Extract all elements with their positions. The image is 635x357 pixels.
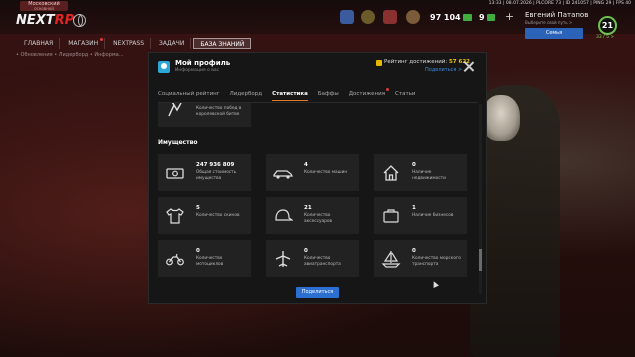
shirt-icon xyxy=(165,206,185,226)
money-icon xyxy=(165,163,185,183)
tab-articles[interactable]: Статьи xyxy=(395,89,415,101)
wheel-icon[interactable] xyxy=(406,10,420,24)
stat-label: Количество аксессуаров xyxy=(304,213,333,224)
main-nav: ГЛАВНАЯ МАГАЗИН NEXTPASS ЗАДАЧИ БАЗА ЗНА… xyxy=(18,38,252,49)
stat-label: Общая стоимость имущества xyxy=(196,170,237,181)
cash-icon xyxy=(462,14,472,21)
character-mask xyxy=(482,95,520,141)
family-button[interactable]: Семья xyxy=(525,28,583,39)
achievement-share-link[interactable]: Поделиться > xyxy=(425,67,462,73)
stat-value: 247 936 809 xyxy=(196,162,235,168)
globe-icon[interactable] xyxy=(73,14,86,27)
tab-buffs[interactable]: Баффы xyxy=(318,89,339,101)
stat-label: Наличие бизнесов xyxy=(412,213,454,218)
stat-label: Количество побед в королевской битве xyxy=(196,106,242,117)
stat-label: Количество авиатранспорта xyxy=(304,256,341,267)
modal-header: Мой профиль Информация о вас Рейтинг дос… xyxy=(149,53,486,81)
money-value: 97 104 xyxy=(430,13,461,22)
modal-subtitle: Информация о вас xyxy=(175,68,220,73)
notification-dot xyxy=(386,88,390,91)
stat-value: 0 xyxy=(412,162,416,168)
stat-label: Количество морского транспорта xyxy=(412,256,461,267)
stats-content: 2 Количество побед в королевской битве И… xyxy=(158,103,478,283)
car-icon xyxy=(273,163,293,183)
logo-main: NEXT xyxy=(16,13,55,28)
scrollbar-thumb[interactable] xyxy=(479,249,482,271)
stat-card: 0 Количество авиатранспорта xyxy=(266,240,359,277)
player-name: Евгений Патапов xyxy=(525,11,589,19)
nav-item-knowledge-base[interactable]: БАЗА ЗНАНИЙ xyxy=(193,38,252,49)
add-funds-button[interactable]: + xyxy=(503,11,516,24)
server-badge[interactable]: Московский основной xyxy=(20,1,68,11)
cap-icon xyxy=(273,206,293,226)
battlepass-icon[interactable] xyxy=(340,10,354,24)
stat-card: 21 Количество аксессуаров xyxy=(266,197,359,234)
nav-item-nextpass[interactable]: NEXTPASS xyxy=(107,38,151,49)
stat-label: Наличие недвижимости xyxy=(412,170,446,181)
logo: NEXTRP xyxy=(16,13,74,28)
share-button[interactable]: Поделиться xyxy=(296,287,339,298)
stat-card: 5 Количество скинов xyxy=(158,197,251,234)
profile-modal: Мой профиль Информация о вас Рейтинг дос… xyxy=(148,52,487,304)
stat-value: 4 xyxy=(304,162,308,168)
top-bar: Московский основной NEXTRP 13:33 | 08.07… xyxy=(0,0,635,40)
level-progress: 33 / 5 > xyxy=(596,35,615,40)
modal-title: Мой профиль xyxy=(175,59,231,67)
tab-statistics[interactable]: Статистика xyxy=(272,89,308,101)
house-icon xyxy=(381,163,401,183)
stat-value: 0 xyxy=(196,248,200,254)
coin-icon xyxy=(486,14,495,21)
achievement-label: Рейтинг достижений: xyxy=(384,59,448,65)
stat-value: 0 xyxy=(304,248,308,254)
stat-card: 0 Количество морского транспорта xyxy=(374,240,467,277)
battle-royale-icon xyxy=(165,103,185,119)
server-type: основной xyxy=(34,6,54,11)
stat-value: 1 xyxy=(412,205,416,211)
nav-item-shop-label: МАГАЗИН xyxy=(68,40,99,47)
plane-icon xyxy=(273,249,293,269)
breadcrumb[interactable]: • Обновления • Лидерборд • Информа... xyxy=(16,52,124,58)
stat-card: 1 Наличие бизнесов xyxy=(374,197,467,234)
system-info: 13:33 | 08.07.2026 | PLCORE 73 | ID 2410… xyxy=(488,1,631,6)
stat-value: 2 xyxy=(196,103,200,104)
trophy-icon[interactable] xyxy=(361,10,375,24)
tab-achievements[interactable]: Достижения xyxy=(348,88,390,101)
nav-item-home[interactable]: ГЛАВНАЯ xyxy=(18,38,61,49)
boat-icon xyxy=(381,249,401,269)
level-badge: 21 xyxy=(598,16,617,35)
stat-card: 4 Количество машин xyxy=(266,154,359,191)
stat-card: 0 Количество мотоциклов xyxy=(158,240,251,277)
nav-item-tasks[interactable]: ЗАДАЧИ xyxy=(153,38,192,49)
section-title: Имущество xyxy=(158,139,198,146)
business-icon xyxy=(381,206,401,226)
stat-label: Количество машин xyxy=(304,170,348,175)
profile-tabs: Социальный рейтинг Лидерборд Статистика … xyxy=(158,88,415,101)
logo-accent: RP xyxy=(54,13,75,28)
tab-achievements-label: Достижения xyxy=(348,91,386,97)
tab-social-rating[interactable]: Социальный рейтинг xyxy=(158,89,220,101)
stat-value: 0 xyxy=(412,248,416,254)
stat-value: 21 xyxy=(304,205,312,211)
nav-item-shop[interactable]: МАГАЗИН xyxy=(62,38,106,49)
notification-dot xyxy=(100,38,104,41)
coin-balance: 9 xyxy=(479,12,495,24)
stat-label: Количество мотоциклов xyxy=(196,256,224,267)
player-path-link[interactable]: Выберите свой путь > xyxy=(525,20,572,25)
money-balance: 97 104 xyxy=(430,12,472,24)
achievement-rating: Рейтинг достижений: 57 622 xyxy=(384,59,470,65)
close-icon[interactable] xyxy=(463,61,474,72)
achievement-icon xyxy=(376,60,382,66)
stat-card: 0 Наличие недвижимости xyxy=(374,154,467,191)
stat-value: 5 xyxy=(196,205,200,211)
stat-label: Количество скинов xyxy=(196,213,240,218)
scrollbar[interactable] xyxy=(479,104,482,294)
profile-icon xyxy=(158,61,170,73)
stat-card: 247 936 809 Общая стоимость имущества xyxy=(158,154,251,191)
calendar-icon[interactable] xyxy=(383,10,397,24)
stat-card: 2 Количество побед в королевской битве xyxy=(158,103,251,127)
coin-value: 9 xyxy=(479,13,485,22)
motorcycle-icon xyxy=(165,249,185,269)
tab-leaderboard[interactable]: Лидерборд xyxy=(230,89,262,101)
